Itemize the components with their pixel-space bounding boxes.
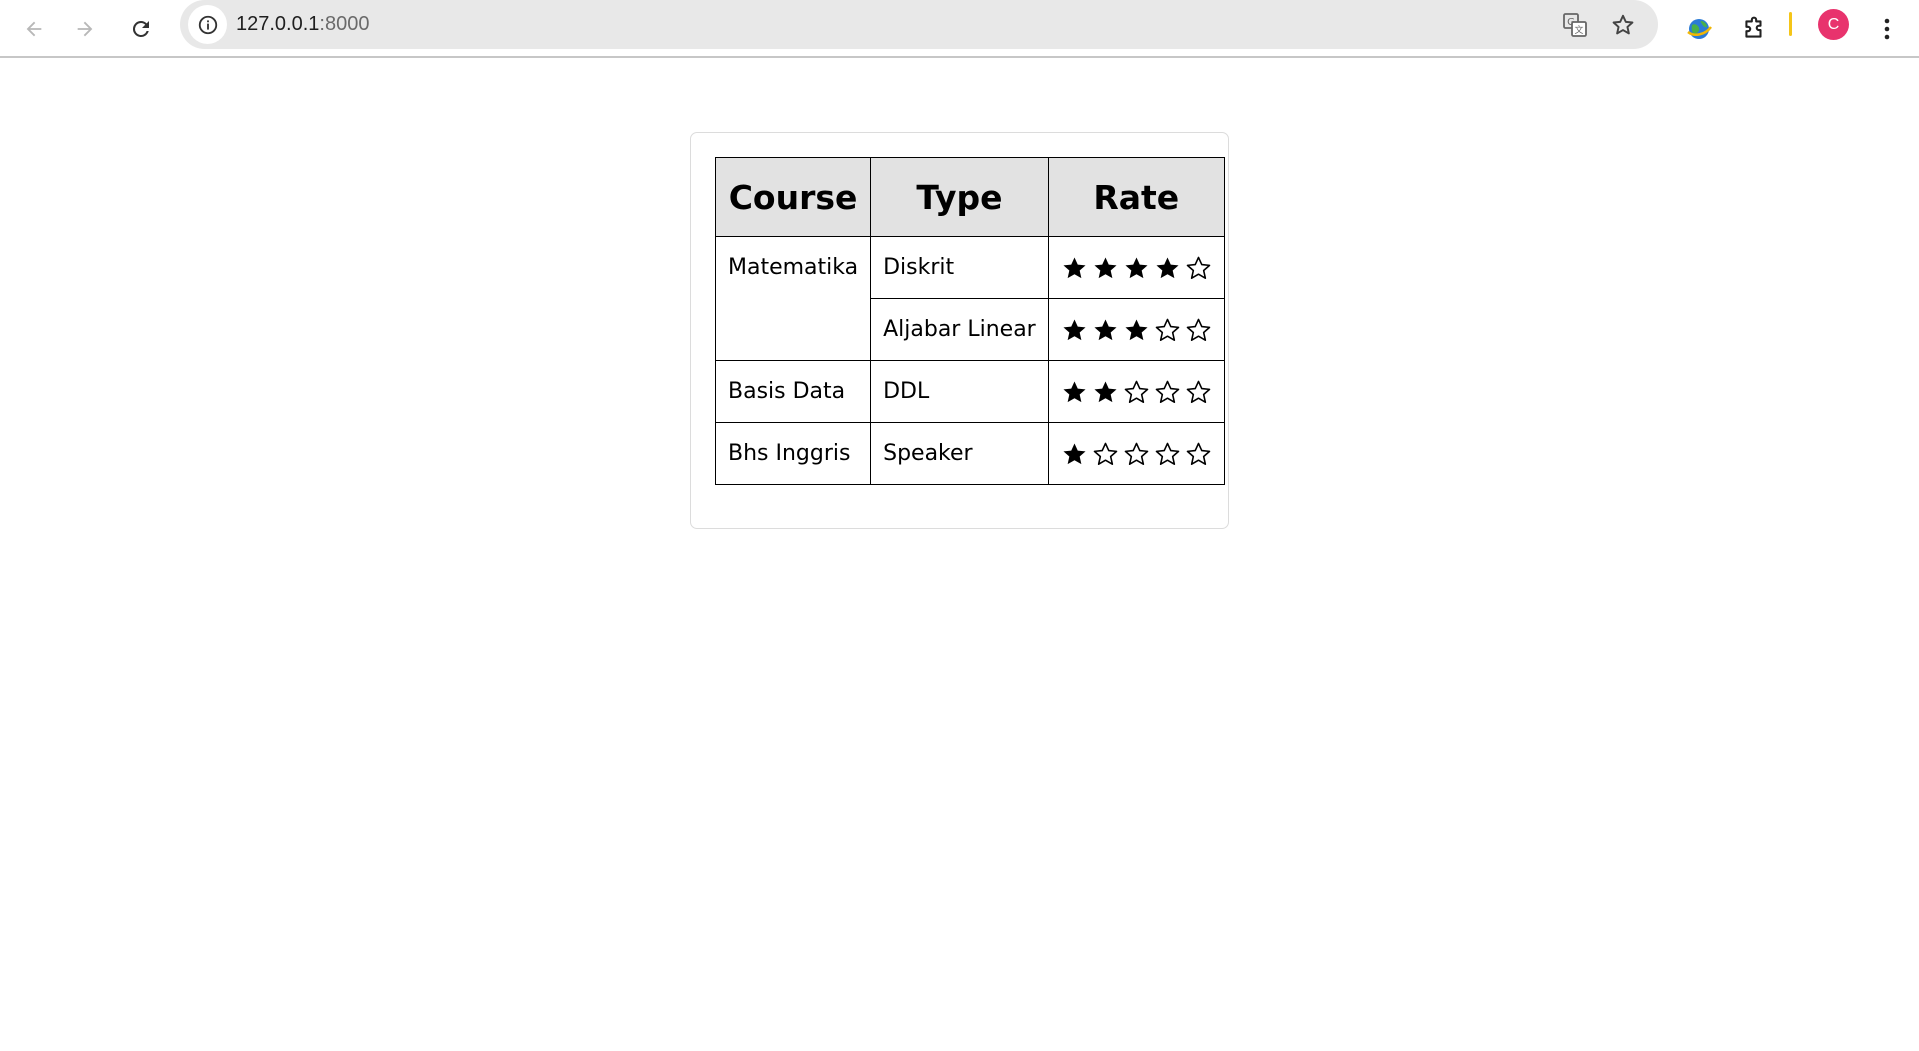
forward-button[interactable] xyxy=(62,6,108,52)
puzzle-icon xyxy=(1745,16,1762,38)
translate-icon: G 文 xyxy=(1562,12,1587,37)
menu-button[interactable] xyxy=(1864,6,1910,52)
arrow-right-icon xyxy=(77,21,93,37)
star-filled-icon xyxy=(1123,317,1150,344)
star-filled-icon xyxy=(1154,255,1181,282)
table-header-row: Course Type Rate xyxy=(714,157,1225,237)
reload-button[interactable] xyxy=(118,6,164,52)
star-outline-icon xyxy=(1612,14,1633,34)
star-empty-icon xyxy=(1123,379,1150,406)
cell-type: Diskrit xyxy=(870,236,1049,299)
course-table: Course Type Rate Matematika Diskrit Alja… xyxy=(714,157,1225,485)
cell-type: Speaker xyxy=(870,422,1049,485)
cell-type: DDL xyxy=(870,360,1049,423)
star-rating xyxy=(1061,255,1212,282)
star-empty-icon xyxy=(1154,441,1181,468)
star-rating xyxy=(1061,317,1212,344)
cell-type: Aljabar Linear xyxy=(870,298,1049,361)
back-button[interactable] xyxy=(11,6,57,52)
extensions-button[interactable] xyxy=(1731,6,1777,52)
star-filled-icon xyxy=(1061,441,1088,468)
star-filled-icon xyxy=(1061,379,1088,406)
star-filled-icon xyxy=(1092,317,1119,344)
star-filled-icon xyxy=(1092,255,1119,282)
profile-avatar[interactable]: C xyxy=(1818,9,1849,40)
globe-extension-icon xyxy=(1687,19,1712,39)
column-header-rate: Rate xyxy=(1047,157,1225,237)
cell-course: Bhs Inggris xyxy=(714,422,872,485)
cell-rate xyxy=(1047,360,1225,423)
star-empty-icon xyxy=(1092,441,1119,468)
browser-toolbar: 127.0.0.1:8000 G 文 C xyxy=(0,0,1919,58)
star-filled-icon xyxy=(1123,255,1150,282)
table-row: Basis Data DDL xyxy=(714,360,1225,423)
bookmark-button[interactable] xyxy=(1602,4,1643,45)
star-filled-icon xyxy=(1061,317,1088,344)
star-filled-icon xyxy=(1092,379,1119,406)
column-header-type: Type xyxy=(870,157,1049,237)
star-empty-icon xyxy=(1185,379,1212,406)
star-rating xyxy=(1061,379,1212,406)
column-header-course: Course xyxy=(714,157,872,237)
url-host: 127.0.0.1 xyxy=(236,13,320,35)
url-port: :8000 xyxy=(319,13,370,35)
table-row: Matematika Diskrit xyxy=(714,236,1225,361)
svg-text:文: 文 xyxy=(1574,24,1583,36)
extension-globe-button[interactable] xyxy=(1676,6,1722,52)
kebab-menu-icon xyxy=(1884,18,1890,40)
cell-rate xyxy=(1047,298,1225,361)
cell-course: Basis Data xyxy=(714,360,872,423)
star-empty-icon xyxy=(1185,441,1212,468)
arrow-left-icon xyxy=(26,21,42,37)
site-info-button[interactable] xyxy=(188,5,227,44)
star-empty-icon xyxy=(1123,441,1150,468)
address-bar[interactable]: 127.0.0.1:8000 G 文 xyxy=(180,0,1658,49)
info-icon xyxy=(198,15,217,34)
content-card: Course Type Rate Matematika Diskrit Alja… xyxy=(690,132,1229,529)
star-rating xyxy=(1061,441,1212,468)
cell-course: Matematika xyxy=(714,236,872,361)
star-empty-icon xyxy=(1154,317,1181,344)
cell-rate xyxy=(1047,236,1225,299)
translate-button[interactable]: G 文 xyxy=(1554,4,1595,45)
star-empty-icon xyxy=(1154,379,1181,406)
star-empty-icon xyxy=(1185,317,1212,344)
star-empty-icon xyxy=(1185,255,1212,282)
star-filled-icon xyxy=(1061,255,1088,282)
reload-icon xyxy=(132,20,149,37)
table-row: Bhs Inggris Speaker xyxy=(714,422,1225,485)
cell-rate xyxy=(1047,422,1225,485)
url-text[interactable]: 127.0.0.1:8000 xyxy=(236,0,369,49)
toolbar-divider xyxy=(1789,12,1792,36)
